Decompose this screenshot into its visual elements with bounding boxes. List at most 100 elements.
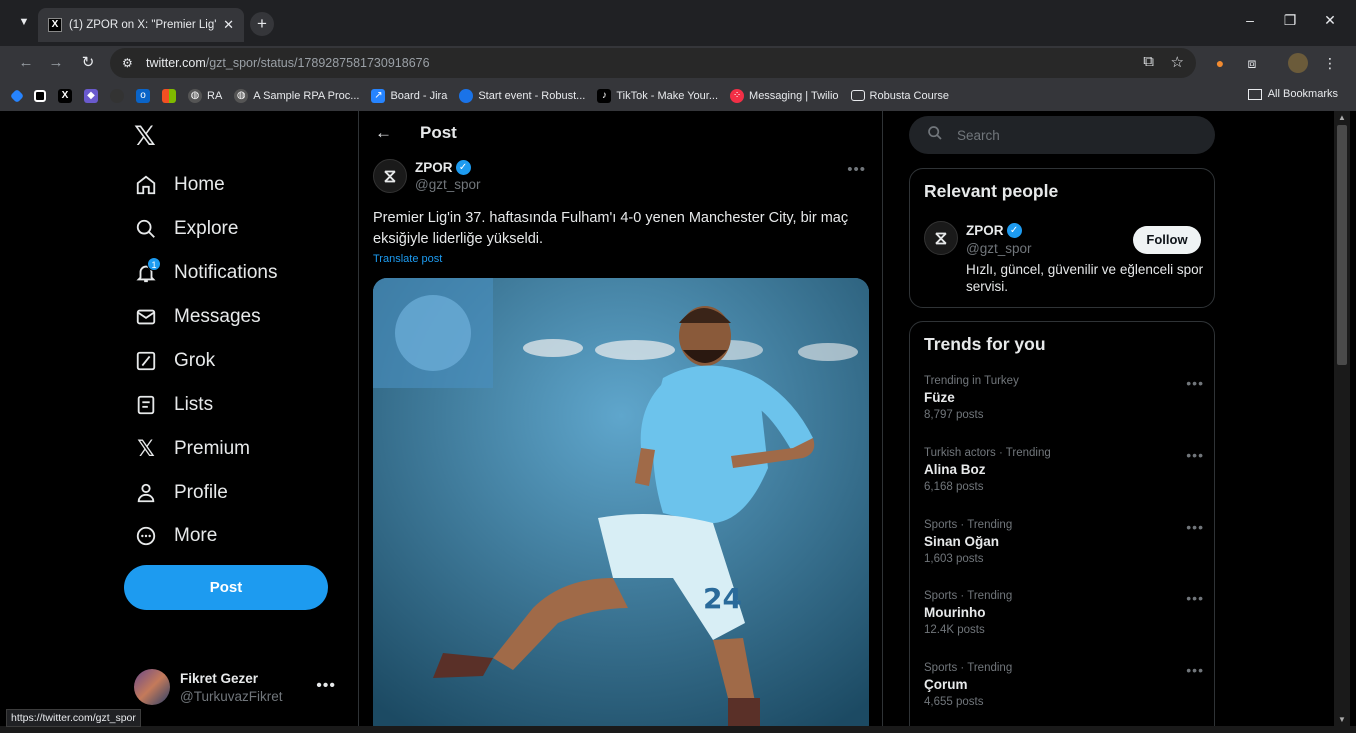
trend-more-icon[interactable]: ••• xyxy=(1186,447,1204,463)
translate-link[interactable]: Translate post xyxy=(373,253,442,265)
author-name: ZPOR xyxy=(415,160,453,175)
nav-messages[interactable]: Messages xyxy=(134,302,261,332)
back-arrow-icon[interactable]: ← xyxy=(375,123,392,143)
close-window-icon[interactable]: ✕ xyxy=(1320,12,1340,29)
nav-premium[interactable]: 𝕏 Premium xyxy=(134,434,250,464)
nav-label: Messages xyxy=(174,306,261,327)
bookmark-ra[interactable]: ◍ RA xyxy=(188,88,222,103)
more-icon[interactable]: ••• xyxy=(316,677,336,695)
bookmark-jira[interactable]: ↗ Board - Jira xyxy=(371,88,447,103)
forward-icon[interactable]: → xyxy=(46,53,66,73)
nav-notifications[interactable]: 1 Notifications xyxy=(134,257,278,288)
bookmark-star-icon[interactable]: ☆ xyxy=(1171,53,1184,71)
trend-item[interactable]: Trending in Turkey Füze 8,797 posts ••• xyxy=(924,375,1204,421)
bookmark-rpa[interactable]: ◍ A Sample RPA Proc... xyxy=(234,88,359,103)
bookmark-label: Messaging | Twilio xyxy=(749,89,839,102)
main-column: ← Post ⧖ ZPOR ✓ @gzt_spor ••• Premier Lig… xyxy=(358,111,883,733)
bookmark-tiktok[interactable]: ♪ TikTok - Make Your... xyxy=(597,88,718,103)
url-text: twitter.com/gzt_spor/status/178928758173… xyxy=(146,56,430,70)
twilio-icon: ⁘ xyxy=(730,88,745,103)
bookmark-twilio[interactable]: ⁘ Messaging | Twilio xyxy=(730,88,839,103)
post-button[interactable]: Post xyxy=(124,565,328,610)
nav-label: Home xyxy=(174,174,225,195)
bookmark-1[interactable] xyxy=(34,89,46,102)
tab-title: (1) ZPOR on X: "Premier Lig'in 3 xyxy=(68,19,216,31)
bookmark-2[interactable]: X xyxy=(58,88,72,103)
follow-button[interactable]: Follow xyxy=(1133,226,1201,254)
bookmark-0[interactable] xyxy=(9,88,25,103)
bookmark-robusta-course[interactable]: Robusta Course xyxy=(850,90,949,102)
install-app-icon[interactable]: ⧉ xyxy=(1143,53,1154,70)
trend-item[interactable]: Sports · Trending Çorum 4,655 posts ••• xyxy=(924,662,1204,708)
cloud-icon xyxy=(459,88,474,103)
robusta-icon: ◆ xyxy=(84,88,98,103)
tab-close-icon[interactable]: ✕ xyxy=(223,17,234,33)
trend-more-icon[interactable]: ••• xyxy=(1186,519,1204,535)
bottom-bar xyxy=(0,726,1356,733)
twitter-page: 𝕏 Home Explore 1 Notifications Messages … xyxy=(0,111,1356,733)
trend-context: Sports · Trending xyxy=(924,519,1013,531)
trend-item[interactable]: Sports · Trending Mourinho 12.4K posts •… xyxy=(924,590,1204,636)
page-scrollbar[interactable]: ▲ ▼ xyxy=(1334,111,1350,726)
trend-more-icon[interactable]: ••• xyxy=(1186,590,1204,606)
nav-lists[interactable]: Lists xyxy=(134,390,213,420)
x-logo-icon[interactable]: 𝕏 xyxy=(134,121,156,152)
trends-card: Trends for you Trending in Turkey Füze 8… xyxy=(909,321,1215,733)
trend-count: 8,797 posts xyxy=(924,409,984,421)
profile-avatar-icon[interactable] xyxy=(1288,53,1308,73)
minimize-icon[interactable]: – xyxy=(1240,12,1260,28)
nav-profile[interactable]: Profile xyxy=(134,478,228,508)
post-more-icon[interactable]: ••• xyxy=(847,161,866,178)
x-icon: X xyxy=(58,88,72,103)
list-icon xyxy=(134,393,158,417)
extension-icon[interactable]: ● xyxy=(1210,53,1230,73)
nav-label: Premium xyxy=(174,438,251,459)
trend-item[interactable]: Turkish actors · Trending Alina Boz 6,16… xyxy=(924,447,1204,493)
account-switcher[interactable]: Fikret Gezer @TurkuvazFikret ••• xyxy=(134,669,344,705)
post-author[interactable]: ⧖ ZPOR ✓ @gzt_spor xyxy=(373,159,480,193)
nav-home[interactable]: Home xyxy=(134,170,225,200)
trend-more-icon[interactable]: ••• xyxy=(1186,662,1204,678)
nav-more[interactable]: More xyxy=(134,521,217,551)
person-bio: Hızlı, güncel, güvenilir ve eğlenceli sp… xyxy=(966,262,1204,294)
right-sidebar: Search Relevant people ⧖ ZPOR ✓ @gzt_spor… xyxy=(908,111,1216,733)
browser-chrome: ▼ X (1) ZPOR on X: "Premier Lig'in 3 ✕ +… xyxy=(0,0,1356,111)
search-input[interactable]: Search xyxy=(909,116,1215,154)
verified-badge-icon: ✓ xyxy=(455,160,471,175)
scrollbar-thumb[interactable] xyxy=(1337,125,1347,365)
globe-icon: ◍ xyxy=(188,88,202,103)
trend-more-icon[interactable]: ••• xyxy=(1186,375,1204,391)
avatar[interactable]: ⧖ xyxy=(924,221,958,255)
reload-icon[interactable]: ↻ xyxy=(78,53,98,73)
trend-context: Turkish actors · Trending xyxy=(924,447,1051,459)
bookmark-4[interactable] xyxy=(110,88,124,103)
verified-badge-icon: ✓ xyxy=(1006,223,1022,238)
trend-item[interactable]: Sports · Trending Sinan Oğan 1,603 posts… xyxy=(924,519,1204,565)
github-icon xyxy=(110,88,124,103)
search-placeholder: Search xyxy=(957,127,1000,143)
author-name-row: ZPOR ✓ xyxy=(415,160,480,175)
author-avatar[interactable]: ⧖ xyxy=(373,159,407,193)
active-tab[interactable]: X (1) ZPOR on X: "Premier Lig'in 3 ✕ xyxy=(38,8,244,42)
post-image[interactable]: 24 xyxy=(373,278,869,733)
scroll-up-icon[interactable]: ▲ xyxy=(1338,113,1346,122)
site-info-icon[interactable]: ⚙ xyxy=(122,56,142,70)
tab-search-button[interactable]: ▼ xyxy=(14,12,34,32)
nav-grok[interactable]: Grok xyxy=(134,346,215,376)
extensions-puzzle-icon[interactable]: ⧈ xyxy=(1242,53,1262,73)
jira-icon: ↗ xyxy=(371,88,386,103)
menu-kebab-icon[interactable]: ⋮ xyxy=(1320,53,1340,73)
nav-explore[interactable]: Explore xyxy=(134,214,238,244)
bookmark-start-event[interactable]: Start event - Robust... xyxy=(459,88,585,103)
nav-label: Profile xyxy=(174,482,228,503)
bookmark-3[interactable]: ◆ xyxy=(84,88,98,103)
scroll-down-icon[interactable]: ▼ xyxy=(1338,715,1346,724)
new-tab-button[interactable]: + xyxy=(250,12,274,36)
all-bookmarks[interactable]: All Bookmarks xyxy=(1247,88,1338,100)
address-bar[interactable]: ⚙ twitter.com/gzt_spor/status/1789287581… xyxy=(110,48,1196,78)
restore-icon[interactable]: ❐ xyxy=(1280,12,1300,29)
bookmark-6[interactable] xyxy=(162,88,176,103)
bookmark-5[interactable]: o xyxy=(136,88,150,103)
back-icon[interactable]: ← xyxy=(16,53,36,73)
person-name-row: ZPOR ✓ xyxy=(966,223,1022,238)
